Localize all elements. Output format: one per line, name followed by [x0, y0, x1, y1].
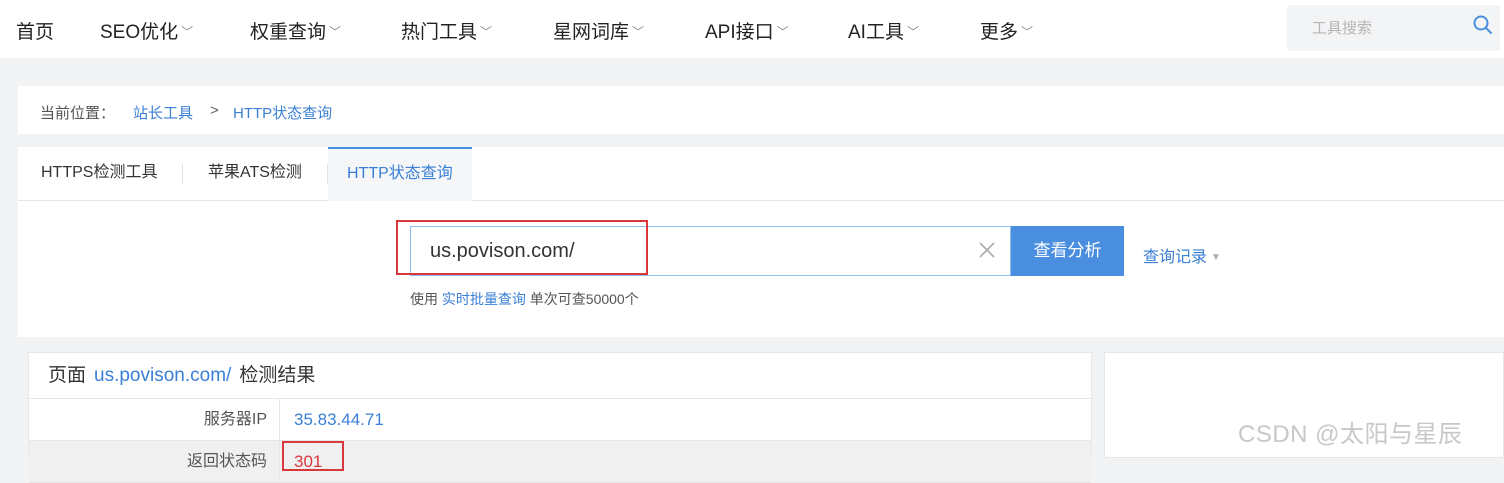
nav-item-seo[interactable]: SEO优化 ﹀ [100, 17, 193, 44]
breadcrumb-current[interactable]: HTTP状态查询 [233, 102, 332, 123]
chevron-down-icon: ﹀ [906, 25, 919, 39]
chevron-down-icon: ﹀ [329, 25, 342, 39]
chevron-down-icon: ﹀ [776, 25, 789, 39]
row-label: 返回状态码 [29, 441, 280, 482]
tab-https-check[interactable]: HTTPS检测工具 [41, 147, 157, 201]
watermark: CSDN @太阳与星辰 [1238, 421, 1463, 448]
chevron-down-icon: ﹀ [480, 25, 493, 39]
breadcrumb: 当前位置： 站长工具 > HTTP状态查询 [18, 86, 1504, 134]
batch-query-link[interactable]: 实时批量查询 [442, 291, 526, 307]
tool-search-input[interactable] [1287, 5, 1467, 51]
url-input-wrapper [410, 226, 1011, 276]
batch-query-hint: 使用 实时批量查询 单次可查50000个 [410, 291, 639, 307]
chevron-down-icon: ﹀ [1021, 25, 1034, 39]
tool-search-box [1287, 5, 1500, 51]
result-title: 页面 us.povison.com/检测结果 [29, 353, 1091, 399]
breadcrumb-link-webmaster-tools[interactable]: 站长工具 [133, 102, 193, 123]
nav-item-hot-tools[interactable]: 热门工具 ﹀ [401, 17, 492, 44]
nav-item-api[interactable]: API接口 ﹀ [705, 17, 789, 44]
chevron-down-icon: ﹀ [181, 25, 194, 39]
query-history-dropdown[interactable]: 查询记录 ▼ [1143, 243, 1221, 267]
caret-down-icon: ▼ [1211, 252, 1221, 263]
chevron-down-icon: ﹀ [632, 25, 645, 39]
nav-item-lexicon[interactable]: 星网词库 ﹀ [553, 17, 644, 44]
nav-item-ai-tools[interactable]: AI工具 ﹀ [848, 17, 919, 44]
breadcrumb-prefix: 当前位置： [40, 105, 116, 122]
nav-item-home[interactable]: 首页 [16, 17, 54, 44]
breadcrumb-separator: > [210, 102, 219, 119]
tool-tabs: HTTPS检测工具 苹果ATS检测 HTTP状态查询 [18, 147, 1504, 201]
search-icon[interactable] [1472, 14, 1494, 36]
row-label: 服务器IP [29, 399, 280, 440]
table-row: 服务器IP 35.83.44.71 [29, 399, 1091, 441]
nav-item-weight[interactable]: 权重查询 ﹀ [250, 17, 341, 44]
query-panel: HTTPS检测工具 苹果ATS检测 HTTP状态查询 查看分析 查询记录▼ 使用… [18, 147, 1504, 337]
table-row: 返回状态码 301 [29, 441, 1091, 483]
top-navbar: 首页 SEO优化 ﹀ 权重查询 ﹀ 热门工具 ﹀ 星网词库 ﹀ API接口 ﹀ AI工具 ﹀… [0, 0, 1504, 58]
tab-http-status[interactable]: HTTP状态查询 [328, 147, 472, 201]
result-domain[interactable]: us.povison.com/ [94, 365, 231, 386]
result-table: 页面 us.povison.com/检测结果 服务器IP 35.83.44.71 … [28, 352, 1092, 483]
server-ip-value[interactable]: 35.83.44.71 [294, 399, 384, 440]
status-code-value: 301 [294, 452, 323, 471]
url-input[interactable] [411, 227, 971, 275]
clear-icon[interactable] [976, 239, 998, 261]
analyze-button[interactable]: 查看分析 [1011, 226, 1124, 276]
nav-item-more[interactable]: 更多 ﹀ [980, 17, 1033, 44]
tab-divider [182, 164, 183, 184]
tab-apple-ats[interactable]: 苹果ATS检测 [208, 147, 302, 201]
